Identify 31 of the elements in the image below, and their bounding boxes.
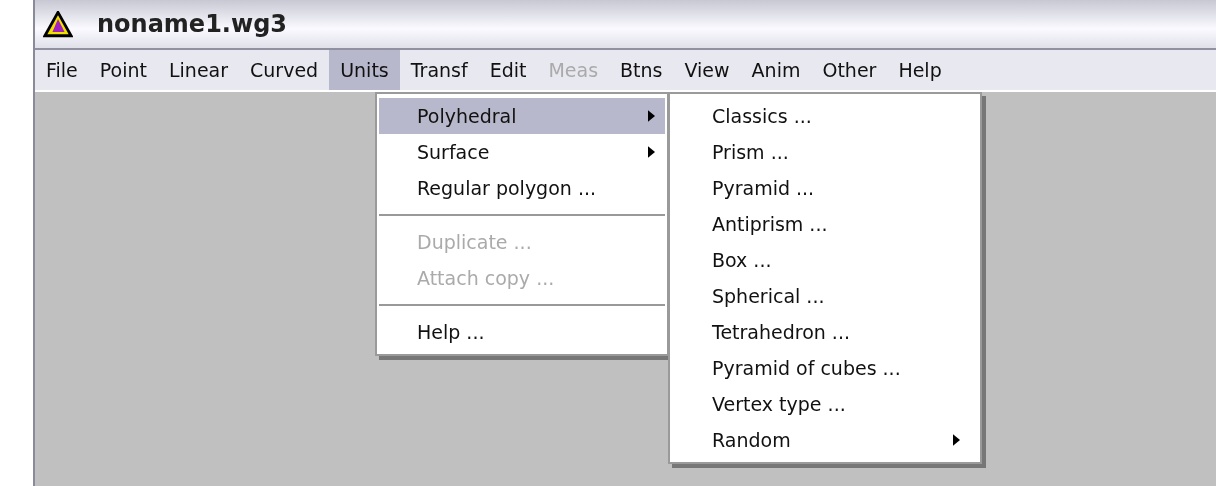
- menu-bar-item[interactable]: File: [35, 50, 89, 90]
- menu-item[interactable]: Pyramid of cubes ...: [672, 350, 978, 386]
- menu-bar-item[interactable]: Edit: [478, 50, 538, 90]
- menu-item[interactable]: Pyramid ...: [672, 170, 978, 206]
- menu-bar-item[interactable]: Btns: [609, 50, 674, 90]
- menu-item[interactable]: Tetrahedron ...: [672, 314, 978, 350]
- menu-item[interactable]: Antiprism ...: [672, 206, 978, 242]
- menu-item[interactable]: Random: [672, 422, 978, 458]
- menu-item[interactable]: Classics ...: [672, 98, 978, 134]
- window-title: noname1.wg3: [97, 10, 287, 38]
- submenu-arrow-icon: [648, 146, 655, 158]
- menu-item[interactable]: Spherical ...: [672, 278, 978, 314]
- menu-bar-item[interactable]: View: [673, 50, 741, 90]
- menu-item[interactable]: Box ...: [672, 242, 978, 278]
- menu-item[interactable]: Surface: [379, 134, 665, 170]
- menu-bar-item[interactable]: Help: [887, 50, 953, 90]
- menu-item[interactable]: Prism ...: [672, 134, 978, 170]
- menu-bar-item[interactable]: Linear: [158, 50, 240, 90]
- triangle-icon: [43, 10, 73, 38]
- menu-bar-item[interactable]: Curved: [239, 50, 330, 90]
- menu-bar-item[interactable]: Transf: [399, 50, 479, 90]
- submenu-arrow-icon: [648, 110, 655, 122]
- menu-bar-item[interactable]: Point: [88, 50, 158, 90]
- submenu-arrow-icon: [953, 434, 960, 446]
- menu-item[interactable]: Help ...: [379, 314, 665, 350]
- menu-item[interactable]: Polyhedral: [379, 98, 665, 134]
- menu-item[interactable]: Regular polygon ...: [379, 170, 665, 206]
- menu-bar-item[interactable]: Units: [329, 50, 400, 90]
- menu-item[interactable]: Vertex type ...: [672, 386, 978, 422]
- menu-bar-item[interactable]: Other: [811, 50, 888, 90]
- menu-bar-item[interactable]: Anim: [740, 50, 812, 90]
